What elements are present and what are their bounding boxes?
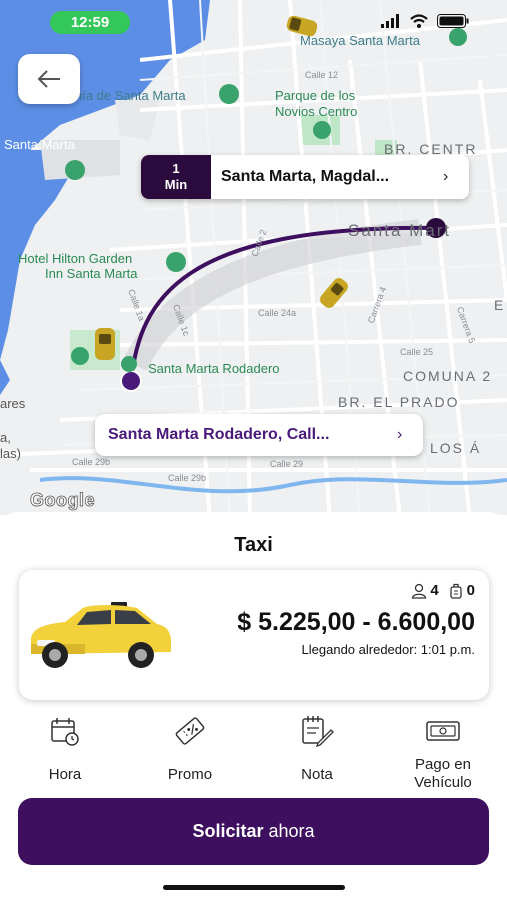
option-hora[interactable]: Hora (10, 714, 120, 784)
arrival-time: Llegando alrededor: 1:01 p.m. (301, 642, 475, 657)
map-label: ares (0, 396, 26, 411)
map-label: Inn Santa Marta (45, 266, 138, 281)
bottom-sheet: Taxi 4 0 $ 5.225,00 - 6.600,00 Llegando … (0, 512, 507, 900)
map-label: Novios Centro (275, 104, 358, 119)
ride-options: Hora Promo Nota Pago en Vehículo (0, 714, 507, 794)
app-screen: Masaya Santa Marta Calle 12 nía de Santa… (0, 0, 507, 900)
status-time: 12:59 (50, 11, 130, 34)
capacity-info: 4 0 (411, 582, 475, 599)
fare-estimate: $ 5.225,00 - 6.600,00 (237, 608, 475, 636)
arrow-left-icon (37, 70, 60, 88)
map-label: Santa Marta (4, 137, 75, 152)
map-label: Santa Mart (348, 221, 452, 240)
taxi-car-image (31, 602, 171, 668)
option-label-line: Pago en (415, 756, 471, 773)
luggage-count: 0 (466, 582, 475, 599)
map-label: Calle 29 (270, 459, 304, 469)
origin-pill[interactable]: Santa Marta Rodadero, Call... › (95, 414, 423, 456)
map-label: COMUNA 2 (403, 368, 493, 384)
cash-icon (426, 721, 460, 741)
person-icon (412, 583, 427, 599)
eta-value: 1 (172, 161, 180, 176)
option-label: Nota (301, 766, 333, 783)
map-label: a, (0, 430, 11, 445)
map-label: LOS Á (430, 440, 482, 456)
request-now-button[interactable]: Solicitar ahora (18, 798, 489, 865)
note-pencil-icon (302, 716, 334, 747)
destination-pill[interactable]: 1 Min Santa Marta, Magdal... › (141, 155, 469, 199)
map-label: nía de Santa Marta (75, 88, 186, 103)
map-label: BR. EL PRADO (338, 394, 460, 410)
eta-badge: 1 Min (141, 155, 211, 199)
map-label: Calle 24a (258, 308, 297, 318)
promo-ticket-icon (175, 717, 205, 745)
vehicle-card[interactable]: 4 0 $ 5.225,00 - 6.600,00 Llegando alred… (19, 570, 489, 700)
chevron-right-icon: › (443, 168, 449, 185)
destination-address: Santa Marta, Magdal... (221, 168, 390, 185)
map-label: Calle 29b (168, 473, 207, 483)
cta-label-rest: ahora (263, 821, 315, 841)
signal-icon (381, 14, 399, 28)
chevron-right-icon: › (397, 426, 403, 443)
option-promo[interactable]: Promo (135, 714, 245, 784)
option-label: Promo (167, 766, 213, 783)
option-label: Hora (48, 766, 82, 783)
map-label: Calle 12 (305, 70, 339, 80)
eta-unit: Min (164, 177, 188, 192)
map-label: Santa Marta Rodadero (148, 361, 280, 376)
google-logo: Google (30, 490, 95, 511)
luggage-icon (450, 583, 462, 599)
status-icons (381, 14, 469, 28)
back-button[interactable] (18, 54, 80, 104)
map-label: E (494, 297, 506, 313)
map-view[interactable]: Masaya Santa Marta Calle 12 nía de Santa… (0, 0, 507, 515)
calendar-clock-icon (51, 718, 79, 746)
map-label: Calle 25 (400, 347, 434, 357)
sheet-title: Taxi (234, 534, 273, 556)
option-pago-vehiculo[interactable]: Pago en Vehículo (388, 714, 498, 792)
wifi-icon (410, 14, 428, 28)
battery-icon (437, 14, 469, 28)
map-label: Hotel Hilton Garden (18, 251, 133, 266)
cta-label-bold: Solicitar (192, 821, 264, 841)
home-indicator[interactable] (163, 885, 345, 890)
map-label: Parque de los (275, 88, 356, 103)
passenger-count: 4 (430, 582, 439, 599)
map-label: Masaya Santa Marta (300, 33, 420, 48)
option-label-line: Vehículo (414, 774, 472, 791)
option-label: Pago en Vehículo (388, 756, 498, 792)
map-label: las) (0, 446, 21, 461)
origin-address: Santa Marta Rodadero, Call... (108, 426, 330, 443)
map-label: Calle 29b (72, 457, 111, 467)
option-nota[interactable]: Nota (262, 714, 372, 784)
